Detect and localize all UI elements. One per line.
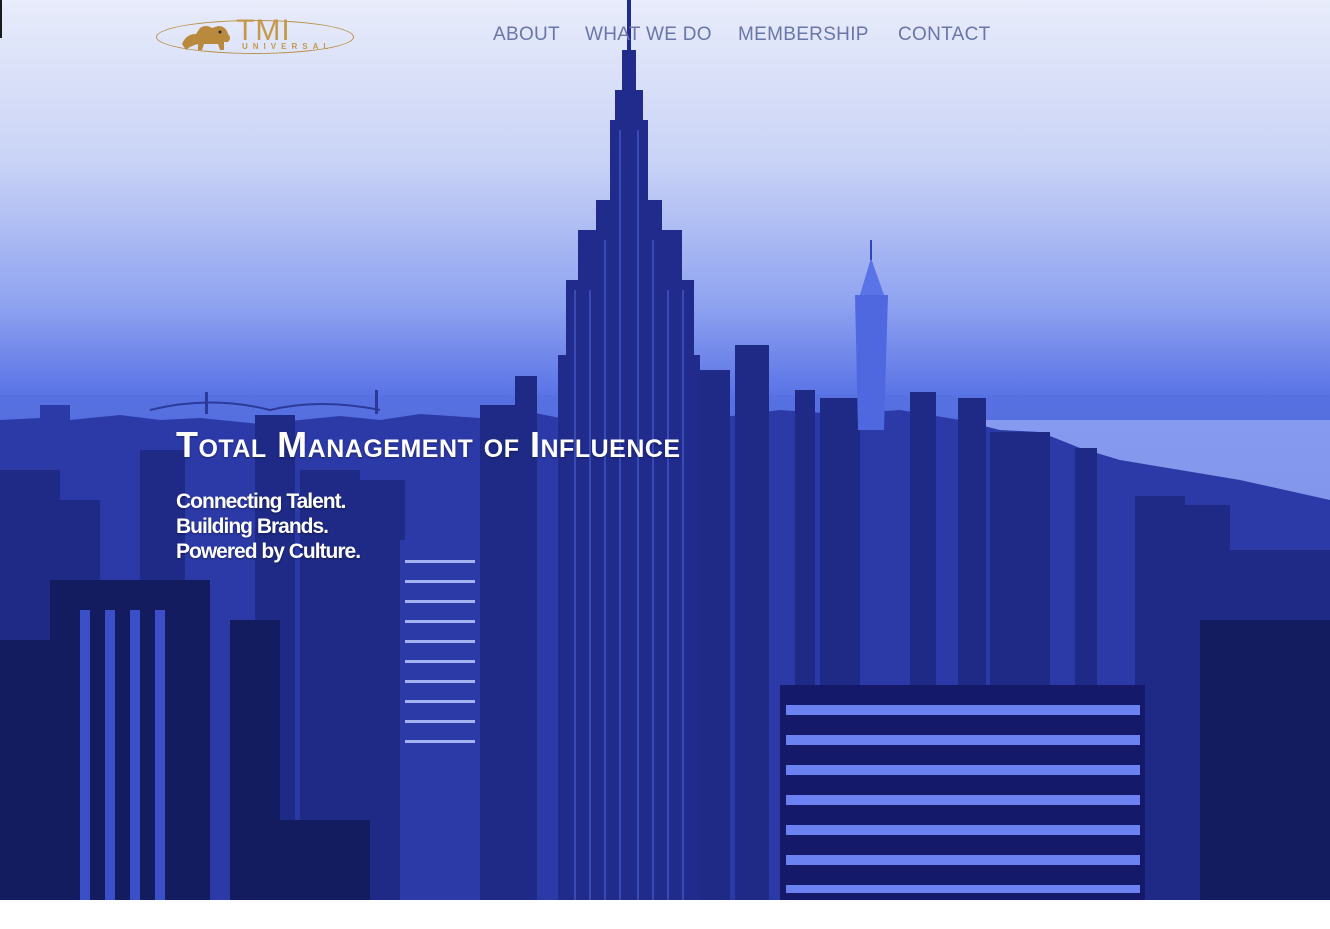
nav-contact[interactable]: CONTACT bbox=[898, 24, 991, 46]
tagline-line: Building Brands. bbox=[176, 515, 329, 538]
page: TMI UNIVERSAL ABOUT WHAT WE DO MEMBERSHI… bbox=[0, 0, 1330, 929]
tagline-line: Connecting Talent. bbox=[176, 490, 346, 513]
window-edge bbox=[0, 0, 2, 38]
nav-what-we-do[interactable]: WHAT WE DO bbox=[585, 24, 712, 46]
logo-subtext: UNIVERSAL bbox=[242, 42, 334, 51]
tagline-line: Powered by Culture. bbox=[176, 540, 361, 563]
page-below-hero bbox=[0, 900, 1330, 929]
nav-membership[interactable]: MEMBERSHIP bbox=[738, 24, 869, 46]
hero-headline: Total Management of Influence bbox=[176, 424, 681, 465]
lion-icon bbox=[182, 26, 230, 50]
hero-tagline: Connecting Talent. Building Brands. Powe… bbox=[176, 489, 361, 564]
nav-about[interactable]: ABOUT bbox=[493, 24, 560, 46]
site-logo[interactable]: TMI UNIVERSAL bbox=[156, 14, 356, 60]
